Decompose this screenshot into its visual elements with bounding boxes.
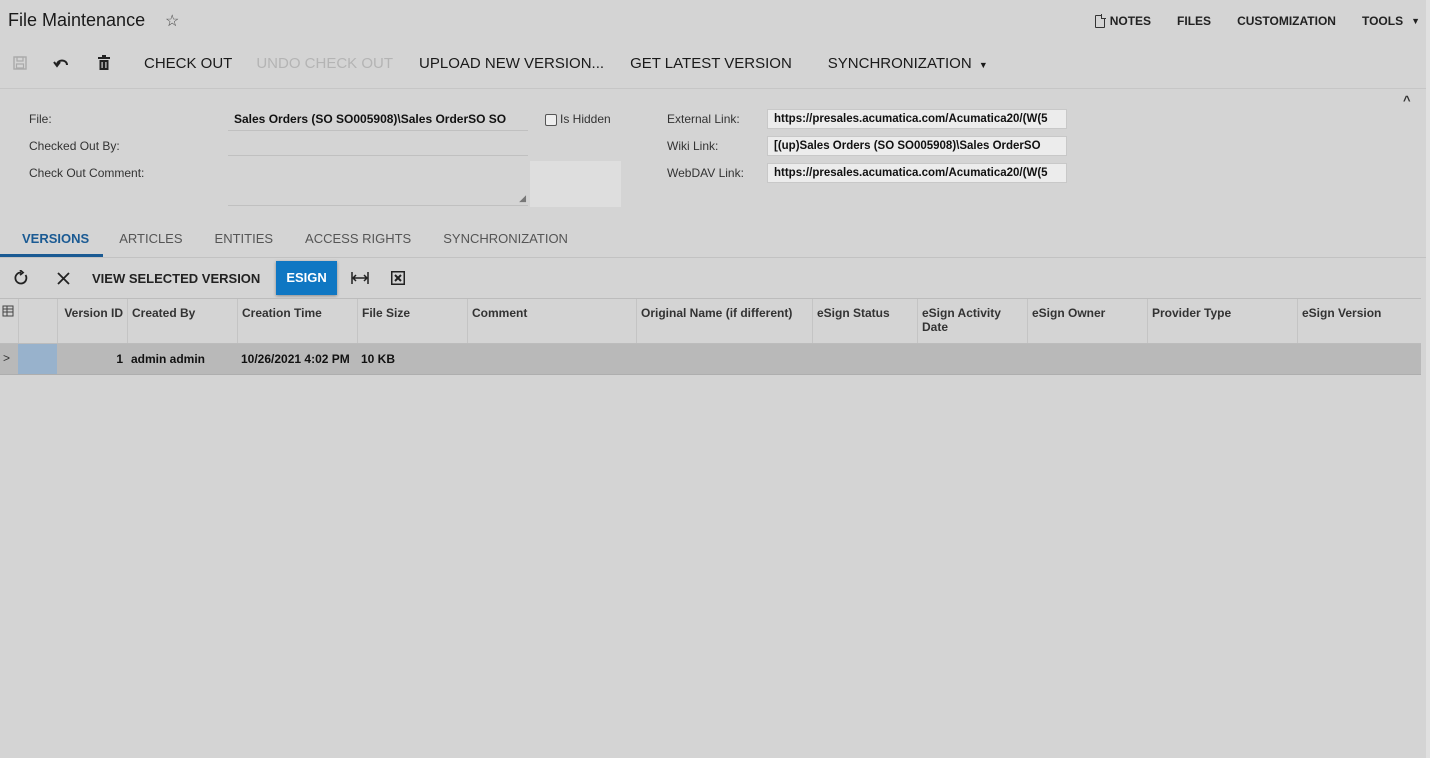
chevron-down-icon: ▼	[1411, 16, 1420, 26]
cell-esign-activity-date	[917, 344, 1027, 374]
resize-handle-icon[interactable]: ◢	[519, 193, 526, 204]
external-link-label: External Link:	[667, 112, 740, 126]
files-link[interactable]: FILES	[1177, 14, 1211, 28]
checkbox-icon	[545, 113, 557, 126]
tab-versions[interactable]: VERSIONS	[0, 224, 104, 257]
cell-esign-version	[1297, 344, 1421, 374]
tab-entities[interactable]: ENTITIES	[199, 224, 290, 257]
upload-new-version-button[interactable]: UPLOAD NEW VERSION...	[407, 55, 616, 72]
column-header-original-name[interactable]: Original Name (if different)	[636, 299, 812, 343]
column-header-comment[interactable]: Comment	[467, 299, 636, 343]
notes-link[interactable]: NOTES	[1094, 13, 1152, 28]
image-placeholder	[530, 161, 621, 207]
file-label: File:	[29, 112, 52, 126]
note-icon	[1094, 13, 1106, 28]
grid-selector-header	[18, 299, 57, 343]
undo-check-out-button[interactable]: UNDO CHECK OUT	[244, 55, 405, 72]
save-icon[interactable]	[6, 49, 34, 77]
file-value: Sales Orders (SO SO005908)\Sales OrderSO…	[228, 110, 528, 131]
tab-articles[interactable]: ARTICLES	[103, 224, 198, 257]
tab-access-rights[interactable]: ACCESS RIGHTS	[289, 224, 427, 257]
view-selected-version-button[interactable]: VIEW SELECTED VERSION	[92, 271, 260, 286]
cell-provider-type	[1147, 344, 1297, 374]
column-header-created-by[interactable]: Created By	[127, 299, 237, 343]
column-header-esign-version[interactable]: eSign Version	[1297, 299, 1421, 343]
grid-header: Version ID Created By Creation Time File…	[0, 299, 1421, 344]
webdav-link-label: WebDAV Link:	[667, 166, 744, 180]
row-selector[interactable]	[18, 344, 57, 374]
is-hidden-checkbox[interactable]: Is Hidden	[545, 112, 611, 126]
refresh-icon[interactable]	[6, 263, 36, 293]
is-hidden-label: Is Hidden	[560, 112, 611, 126]
column-header-version-id[interactable]: Version ID	[57, 299, 127, 343]
cell-original-name	[636, 344, 812, 374]
chevron-down-icon: ▼	[978, 59, 988, 70]
main-toolbar: CHECK OUT UNDO CHECK OUT UPLOAD NEW VERS…	[0, 44, 1000, 82]
versions-grid: Version ID Created By Creation Time File…	[0, 298, 1421, 375]
row-expand-chevron-icon[interactable]: >	[0, 344, 18, 374]
cell-version-id: 1	[116, 352, 123, 366]
undo-icon[interactable]	[48, 49, 76, 77]
header-links: NOTES FILES CUSTOMIZATION TOOLS ▼	[1094, 13, 1420, 28]
cell-comment	[467, 344, 636, 374]
export-excel-icon[interactable]	[383, 263, 413, 293]
column-header-file-size[interactable]: File Size	[357, 299, 467, 343]
column-header-provider-type[interactable]: Provider Type	[1147, 299, 1297, 343]
check-out-button[interactable]: CHECK OUT	[132, 55, 244, 72]
scrollbar-track[interactable]	[1426, 0, 1430, 758]
column-header-creation-time[interactable]: Creation Time	[237, 299, 357, 343]
webdav-link-field[interactable]: https://presales.acumatica.com/Acumatica…	[767, 163, 1067, 183]
wiki-link-field[interactable]: [(up)Sales Orders (SO SO005908)\Sales Or…	[767, 136, 1067, 156]
checked-out-by-label: Checked Out By:	[29, 139, 120, 153]
tools-menu[interactable]: TOOLS ▼	[1362, 14, 1420, 28]
tab-bar: VERSIONS ARTICLES ENTITIES ACCESS RIGHTS…	[0, 224, 1428, 258]
tools-label: TOOLS	[1361, 14, 1404, 28]
grid-settings-icon[interactable]	[0, 299, 18, 343]
page-title: File Maintenance	[8, 10, 146, 30]
grid-toolbar: VIEW SELECTED VERSION ESIGN	[0, 260, 413, 296]
cancel-icon[interactable]	[48, 263, 78, 293]
table-row[interactable]: > 1 admin admin 10/26/2021 4:02 PM 10 KB	[0, 344, 1421, 375]
delete-icon[interactable]	[90, 49, 118, 77]
cell-esign-status	[812, 344, 917, 374]
checked-out-by-field	[228, 139, 528, 156]
favorite-star-icon[interactable]: ☆	[165, 11, 179, 31]
wiki-link-label: Wiki Link:	[667, 139, 719, 153]
tab-synchronization[interactable]: SYNCHRONIZATION	[427, 224, 584, 257]
cell-esign-owner	[1027, 344, 1147, 374]
cell-created-by: admin admin	[131, 352, 206, 366]
get-latest-version-button[interactable]: GET LATEST VERSION	[618, 55, 804, 72]
synchronization-label: SYNCHRONIZATION	[827, 54, 972, 72]
external-link-field[interactable]: https://presales.acumatica.com/Acumatica…	[767, 109, 1067, 129]
check-out-comment-label: Check Out Comment:	[29, 166, 145, 180]
file-summary-panel: File: Sales Orders (SO SO005908)\Sales O…	[0, 88, 1428, 215]
esign-button[interactable]: ESIGN	[276, 261, 337, 295]
column-header-esign-status[interactable]: eSign Status	[812, 299, 917, 343]
check-out-comment-field[interactable]: ◢	[228, 161, 528, 206]
collapse-chevron-up-icon[interactable]: ^	[1403, 93, 1411, 108]
fit-to-screen-icon[interactable]	[345, 263, 375, 293]
cell-file-size: 10 KB	[361, 352, 396, 366]
column-header-esign-activity-date[interactable]: eSign Activity Date	[917, 299, 1027, 343]
customization-link[interactable]: CUSTOMIZATION	[1237, 14, 1336, 28]
cell-creation-time: 10/26/2021 4:02 PM	[241, 352, 350, 366]
column-header-esign-owner[interactable]: eSign Owner	[1027, 299, 1147, 343]
synchronization-menu-button[interactable]: SYNCHRONIZATION ▼	[816, 55, 1000, 72]
notes-label: NOTES	[1109, 14, 1152, 28]
